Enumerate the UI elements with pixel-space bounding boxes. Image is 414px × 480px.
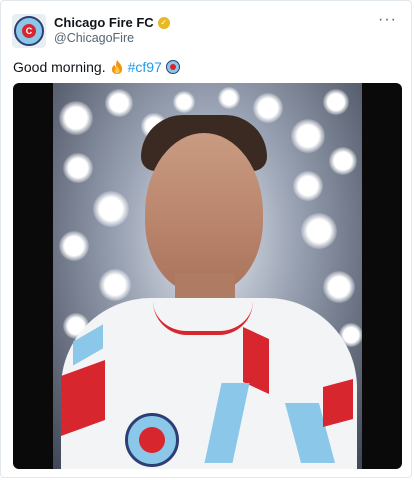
chicago-fire-crest-icon [165, 60, 180, 74]
account-avatar[interactable]: C [12, 14, 46, 48]
tweet-video[interactable] [13, 83, 402, 469]
display-name[interactable]: Chicago Fire FC [54, 15, 154, 30]
more-options-icon[interactable]: ··· [378, 11, 397, 29]
fire-emoji-icon [111, 60, 122, 74]
tweet-body: Good morning. [13, 59, 106, 75]
verified-icon: ✓ [157, 16, 170, 29]
chicago-fire-crest-icon: C [14, 16, 44, 46]
video-frame [53, 83, 362, 469]
hashtag-link[interactable]: #cf97 [128, 59, 162, 75]
jersey-crest [125, 413, 179, 467]
tweet-card[interactable]: C Chicago Fire FC ✓ @ChicagoFire ··· Goo… [0, 0, 412, 478]
tweet-text: Good morning. #cf97 [13, 59, 180, 75]
account-name-row[interactable]: Chicago Fire FC ✓ [54, 15, 170, 30]
account-handle[interactable]: @ChicagoFire [54, 31, 134, 45]
